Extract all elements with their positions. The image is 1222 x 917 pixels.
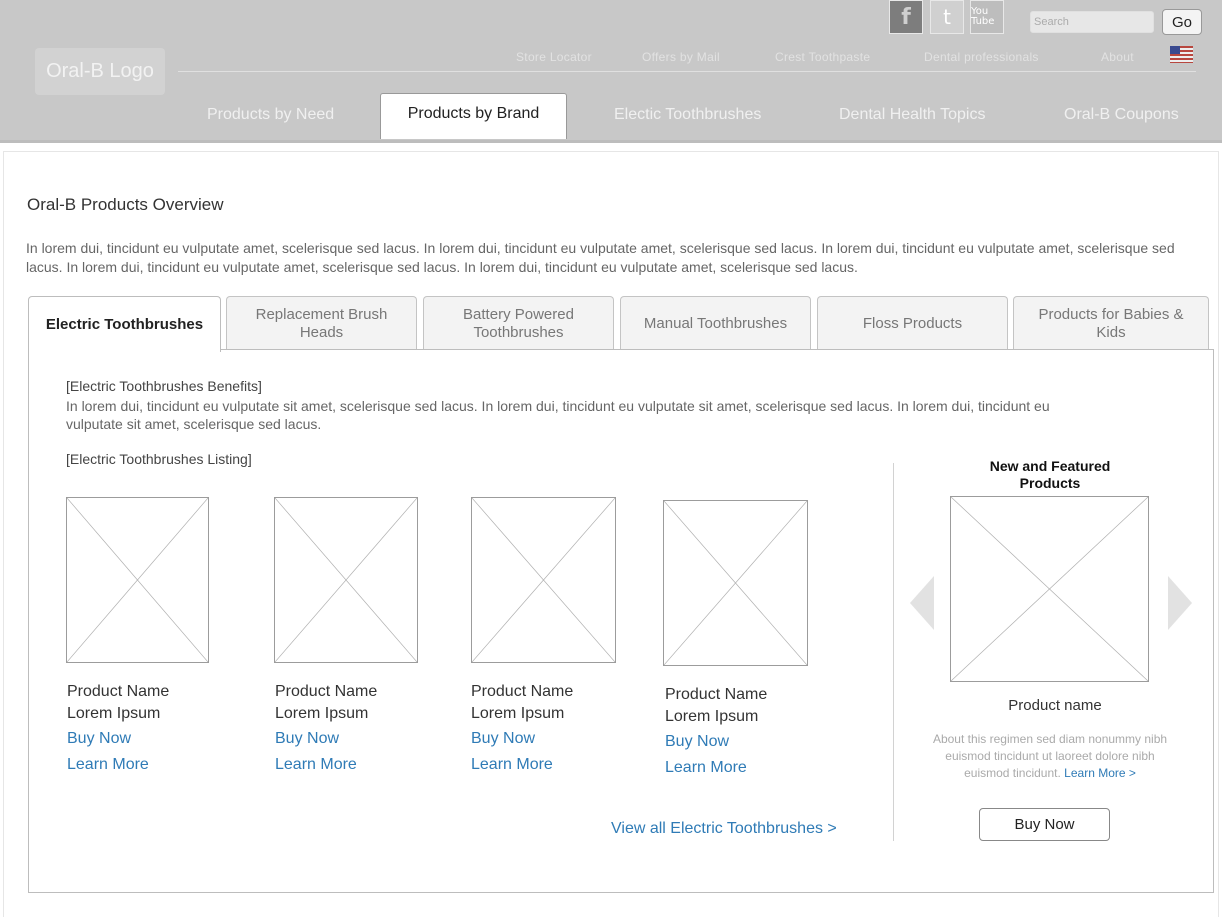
product-image-placeholder[interactable] <box>66 497 209 663</box>
featured-product-name: Product name <box>1008 697 1102 714</box>
image-placeholder-icon <box>67 498 208 662</box>
nav-electric-toothbrushes[interactable]: Electic Toothbrushes <box>614 95 761 140</box>
learn-more-link[interactable]: Learn More <box>275 756 357 774</box>
product-image-placeholder[interactable] <box>471 497 616 663</box>
nav-oral-b-coupons[interactable]: Oral-B Coupons <box>1064 95 1179 140</box>
store-locator-link[interactable]: Store Locator <box>516 50 592 64</box>
about-link[interactable]: About <box>1101 50 1134 64</box>
image-placeholder-icon <box>951 497 1148 681</box>
learn-more-link[interactable]: Learn More <box>471 756 553 774</box>
buy-now-link[interactable]: Buy Now <box>471 730 535 748</box>
tab-manual-toothbrushes[interactable]: Manual Toothbrushes <box>620 296 811 350</box>
image-placeholder-icon <box>275 498 417 662</box>
tab-products-for-babies-kids[interactable]: Products for Babies & Kids <box>1013 296 1209 350</box>
product-subtitle: Lorem Ipsum <box>275 705 369 722</box>
carousel-prev-icon[interactable] <box>910 576 934 630</box>
image-placeholder-icon <box>472 498 615 662</box>
product-image-placeholder[interactable] <box>663 500 808 666</box>
nav-products-by-brand[interactable]: Products by Brand <box>380 93 567 139</box>
featured-buy-now-button[interactable]: Buy Now <box>979 808 1110 841</box>
brand-logo[interactable]: Oral-B Logo <box>35 48 165 95</box>
product-name: Product Name <box>665 686 768 703</box>
buy-now-link[interactable]: Buy Now <box>275 730 339 748</box>
tab-battery-powered-toothbrushes[interactable]: Battery Powered Toothbrushes <box>423 296 614 350</box>
site-header: Oral-B Logo f t You Tube Go Store Locato… <box>0 0 1222 143</box>
nav-products-by-need[interactable]: Products by Need <box>207 95 334 140</box>
featured-description: About this regimen sed diam nonummy nibh… <box>925 731 1175 782</box>
buy-now-link[interactable]: Buy Now <box>67 730 131 748</box>
image-placeholder-icon <box>664 501 807 665</box>
learn-more-link[interactable]: Learn More <box>67 756 149 774</box>
product-subtitle: Lorem Ipsum <box>665 708 759 725</box>
offers-by-mail-link[interactable]: Offers by Mail <box>642 50 720 64</box>
us-flag-icon[interactable] <box>1170 46 1193 63</box>
product-subtitle: Lorem Ipsum <box>67 705 161 722</box>
listing-title: [Electric Toothbrushes Listing] <box>66 451 252 467</box>
section-divider <box>893 463 894 841</box>
learn-more-link[interactable]: Learn More <box>665 759 747 777</box>
dental-professionals-link[interactable]: Dental professionals <box>924 50 1039 64</box>
featured-image-placeholder[interactable] <box>950 496 1149 682</box>
buy-now-link[interactable]: Buy Now <box>665 733 729 751</box>
crest-toothpaste-link[interactable]: Crest Toothpaste <box>775 50 870 64</box>
twitter-icon[interactable]: t <box>930 0 964 34</box>
benefits-title: [Electric Toothbrushes Benefits] <box>66 378 262 394</box>
featured-learn-more-link[interactable]: Learn More > <box>1064 766 1136 780</box>
product-name: Product Name <box>67 683 170 700</box>
featured-title: New and Featured Products <box>989 458 1111 491</box>
intro-text: In lorem dui, tincidunt eu vulputate ame… <box>26 240 1175 275</box>
carousel-next-icon[interactable] <box>1168 576 1192 630</box>
page-title: Oral-B Products Overview <box>27 195 224 214</box>
search-input[interactable] <box>1030 11 1154 33</box>
youtube-icon[interactable]: You Tube <box>970 0 1004 34</box>
product-name: Product Name <box>275 683 378 700</box>
search-go-button[interactable]: Go <box>1162 9 1202 35</box>
product-image-placeholder[interactable] <box>274 497 418 663</box>
facebook-icon[interactable]: f <box>889 0 923 34</box>
view-all-link[interactable]: View all Electric Toothbrushes > <box>611 820 837 838</box>
product-name: Product Name <box>471 683 574 700</box>
benefits-text: In lorem dui, tincidunt eu vulputate sit… <box>66 398 1050 432</box>
nav-dental-health-topics[interactable]: Dental Health Topics <box>839 95 985 140</box>
tab-replacement-brush-heads[interactable]: Replacement Brush Heads <box>226 296 417 350</box>
tab-electric-toothbrushes[interactable]: Electric Toothbrushes <box>28 296 221 352</box>
tab-floss-products[interactable]: Floss Products <box>817 296 1008 350</box>
header-divider <box>178 71 1196 72</box>
product-subtitle: Lorem Ipsum <box>471 705 565 722</box>
